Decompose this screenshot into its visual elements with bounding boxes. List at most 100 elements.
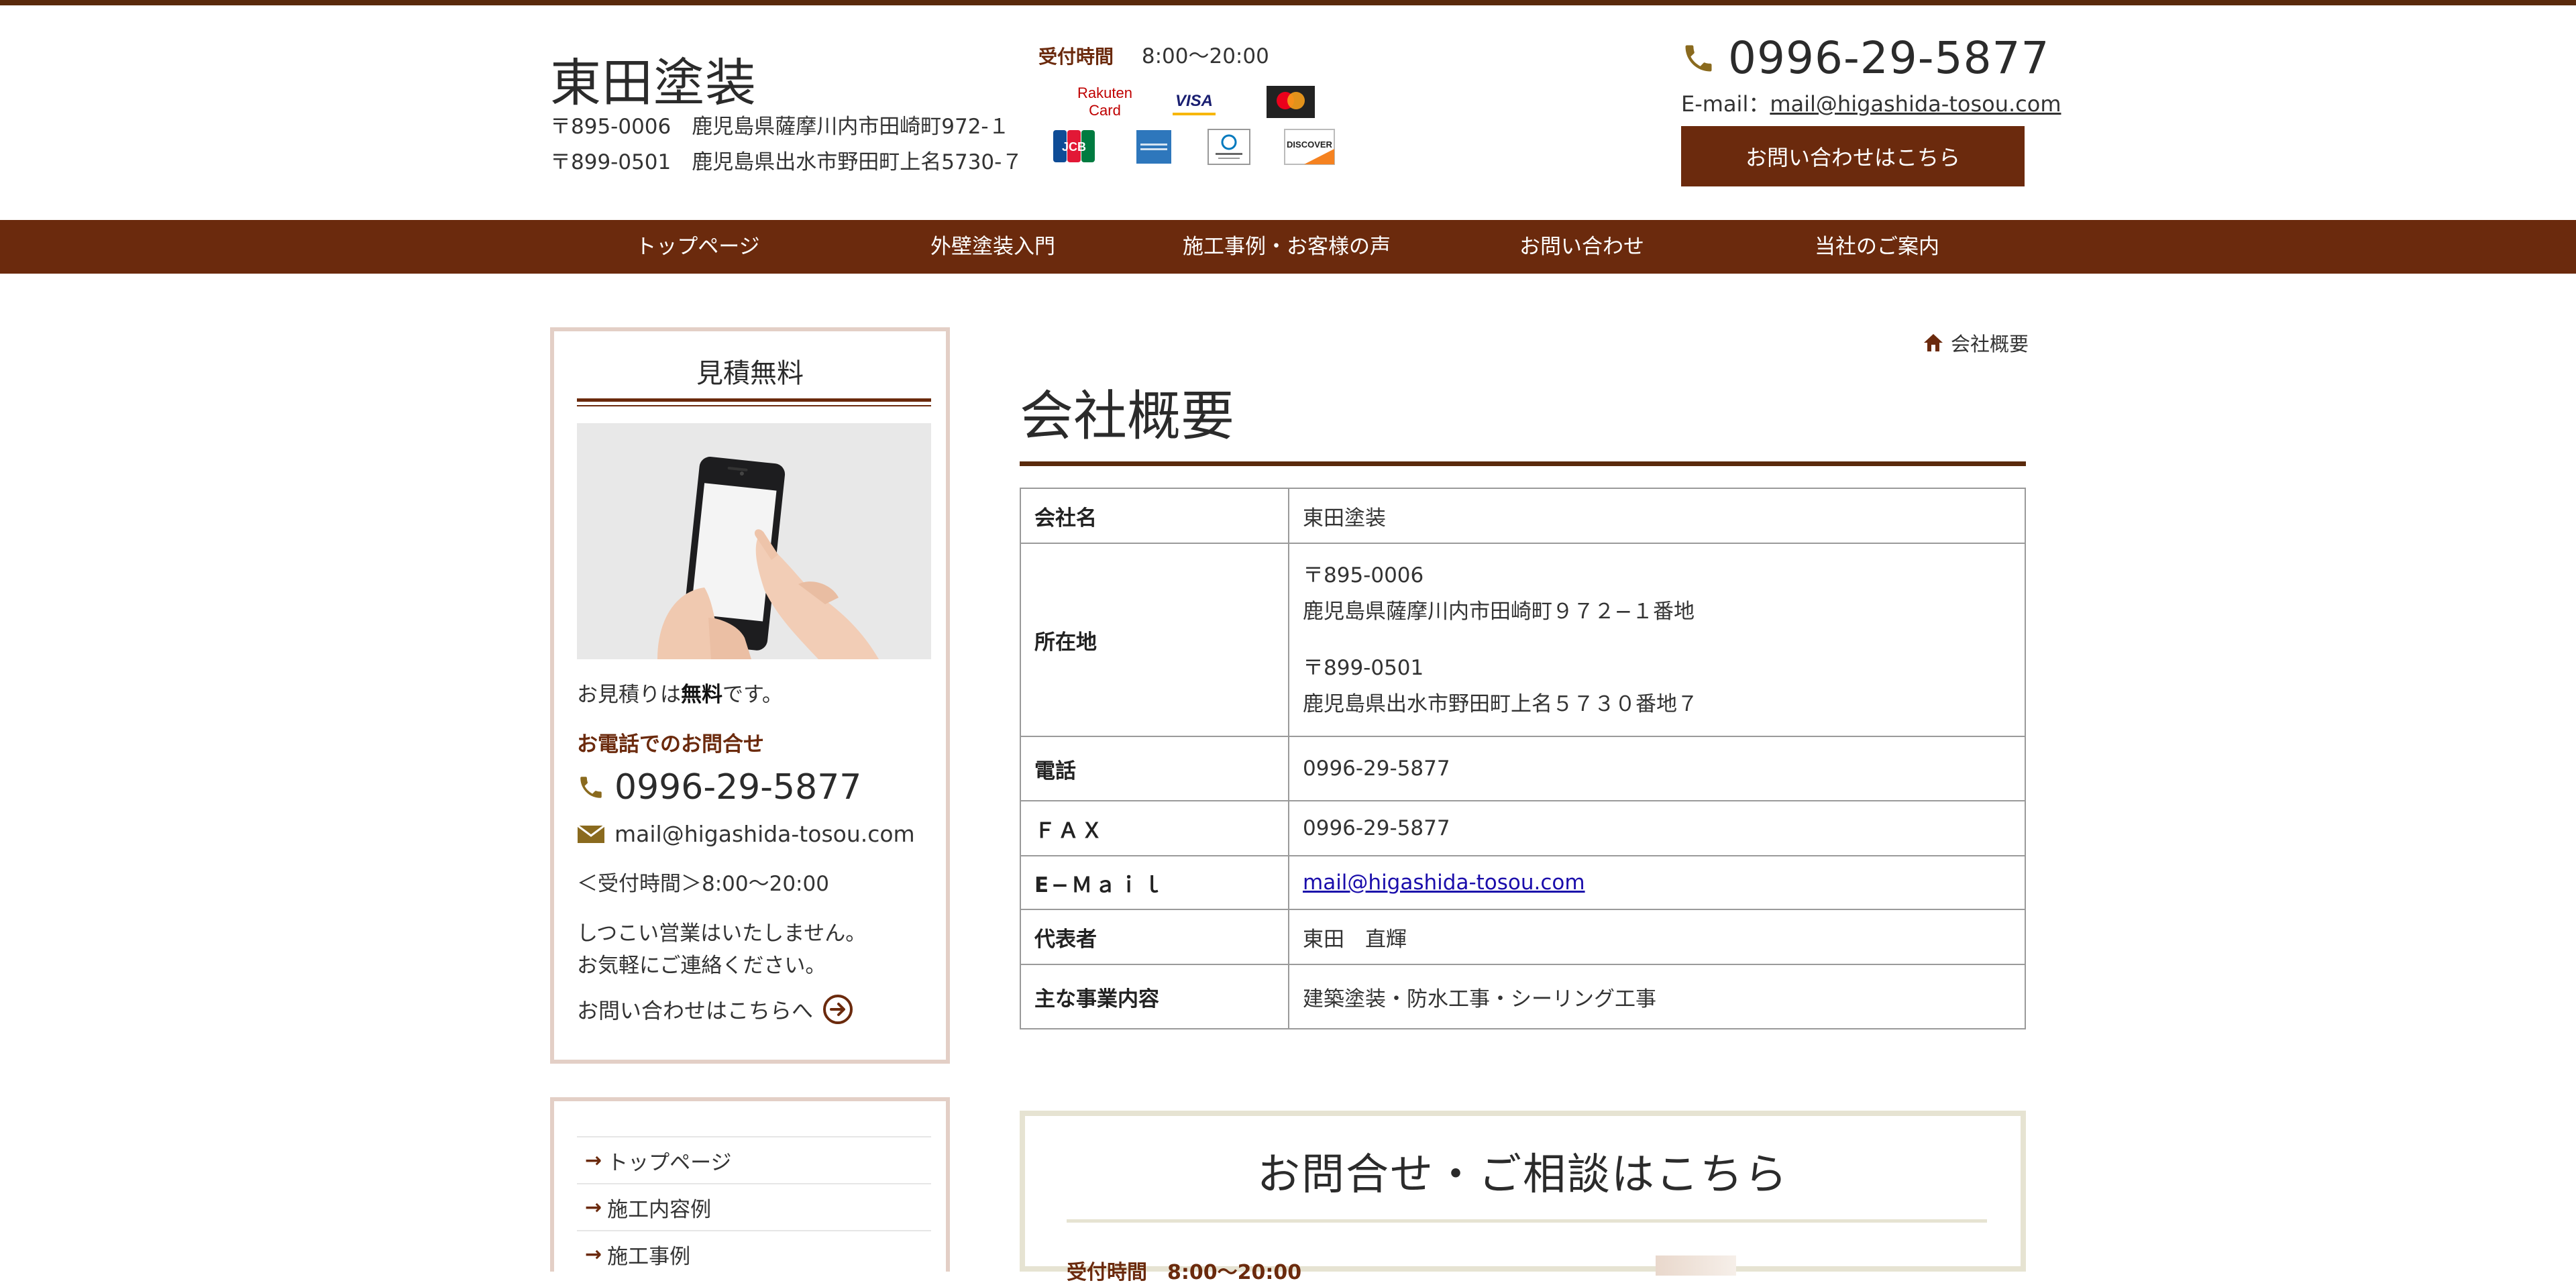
table-email-link[interactable]: mail@higashida-tosou.com [1303,871,1585,895]
address-line-2: 鹿児島県出水市野田町上名５７３０番地７ [1303,692,1698,716]
arrow-right-icon: → [585,1242,602,1266]
jcb-logo: JCB [1052,129,1096,164]
free-text-bold: 無料 [681,683,722,707]
company-name[interactable]: 東田塗装 [550,42,757,115]
sidebar-note-2: お気軽にご連絡ください。 [577,954,826,978]
row-value: 東田塗装 [1288,488,2026,544]
arrow-right-icon: → [585,1195,602,1219]
sidebar-estimate-box: 見積無料 お見積りは無料です。 お電話でのお問合せ 0996-29-5877 m… [550,327,950,1064]
contact-box-rule [1067,1219,1987,1223]
phone-icon [1685,45,1712,71]
company-info-table: 会社名 東田塗装 所在地 〒895-0006 鹿児島県薩摩川内市田崎町９７２−１… [1020,488,2026,1029]
table-row: 所在地 〒895-0006 鹿児島県薩摩川内市田崎町９７２−１番地 〒899-0… [1020,543,2026,737]
breadcrumb: 会社概要 [1923,329,2029,357]
header-email: E-mail：mail@higashida-tosou.com [1681,87,2061,118]
header-address-1: 〒895-0006 鹿児島県薩摩川内市田崎町972-１ [550,115,1010,139]
nav-item-painting-intro[interactable]: 外壁塗装入門 [930,220,1055,274]
row-value: 建築塗装・防水工事・シーリング工事 [1288,964,2026,1029]
header-hours: 受付時間 8:00〜20:00 [1038,39,1269,69]
table-row: 会社名 東田塗装 [1020,488,2026,544]
page-title: 会社概要 [1020,385,1234,447]
address-line-1: 鹿児島県薩摩川内市田崎町９７２−１番地 [1303,600,1695,624]
hours-value: 8:00〜20:00 [1141,44,1269,68]
diners-club-logo [1208,129,1250,165]
nav-item-cases[interactable]: 施工事例・お客様の声 [1183,220,1391,274]
table-row: ＦＡＸ 0996-29-5877 [1020,800,2026,856]
sidebar-menu-item-cases[interactable]: → 施工事例 [577,1230,931,1277]
mastercard-logo [1267,86,1315,118]
mail-icon [577,824,605,843]
sidebar-phone[interactable]: 0996-29-5877 [577,767,861,807]
table-row: E−Ｍａｉｌ mail@higashida-tosou.com [1020,855,2026,910]
sidebar-menu-item-work-examples[interactable]: → 施工内容例 [577,1183,931,1230]
sidebar-free-text: お見積りは無料です。 [577,677,783,708]
contact-box: お問合せ・ご相談はこちら 受付時間 8:00〜20:00 [1020,1111,2026,1284]
row-key: 所在地 [1020,543,1289,737]
sidebar-menu-label: トップページ [607,1150,732,1175]
sidebar-note-1: しつこい営業はいたしません。 [577,921,867,946]
sidebar-hours: ＜受付時間＞8:00〜20:00 [577,872,829,896]
amex-logo [1136,130,1171,164]
free-text-suffix: です。 [722,683,783,707]
table-row: 電話 0996-29-5877 [1020,736,2026,801]
sidebar-phone-label: お電話でのお問合せ [577,732,764,757]
smartphone-photo [577,423,931,659]
header-phone-number: 0996-29-5877 [1728,32,2050,84]
sidebar-email[interactable]: mail@higashida-tosou.com [577,821,915,847]
phone-icon [580,777,602,798]
arrow-right-icon: → [585,1148,602,1172]
top-accent-line [0,0,2576,5]
rakuten-card-text-1: Rakuten [1077,85,1132,101]
hours-label: 受付時間 [1038,46,1114,68]
row-key: 代表者 [1020,909,1289,965]
header-address-2: 〒899-0501 鹿児島県出水市野田町上名5730-７ [550,150,1023,174]
contact-box-hours: 受付時間 8:00〜20:00 [1067,1261,1302,1284]
row-value: 0996-29-5877 [1288,736,2026,801]
row-value-address: 〒895-0006 鹿児島県薩摩川内市田崎町９７２−１番地 〒899-0501 … [1288,543,2026,737]
sidebar-email-text: mail@higashida-tosou.com [614,821,915,847]
row-key: ＦＡＸ [1020,800,1289,856]
rakuten-card-logo: Rakuten Card [1069,83,1140,121]
global-nav: トップページ 外壁塗装入門 施工事例・お客様の声 お問い合わせ 当社のご案内 [0,220,2576,274]
nav-item-about[interactable]: 当社のご案内 [1815,220,1939,274]
table-row: 代表者 東田 直輝 [1020,909,2026,965]
address-zip-1: 〒895-0006 [1303,563,1424,588]
sidebar-contact-link[interactable]: お問い合わせはこちらへ [577,994,853,1025]
row-key: 主な事業内容 [1020,964,1289,1029]
breadcrumb-current: 会社概要 [1951,333,2029,355]
header-email-label: E-mail： [1681,91,1770,117]
sidebar-menu-box: → トップページ → 施工内容例 → 施工事例 [550,1097,950,1272]
row-key: E−Ｍａｉｌ [1020,855,1289,910]
home-icon[interactable] [1923,333,1944,353]
arrow-circle-icon [823,995,853,1024]
page-title-rule [1020,461,2026,466]
jcb-text: JCB [1062,140,1086,154]
sidebar-contact-link-text: お問い合わせはこちらへ [577,998,814,1023]
contact-box-photo [1656,1255,1736,1276]
sidebar-title-rule [577,398,931,402]
contact-box-title: お問合せ・ご相談はこちら [1257,1150,1788,1200]
free-text-prefix: お見積りは [577,683,681,707]
sidebar-menu-label: 施工事例 [607,1244,691,1269]
row-key: 電話 [1020,736,1289,801]
visa-text: VISA [1175,92,1213,110]
sidebar-title: 見積無料 [696,358,804,389]
table-row: 主な事業内容 建築塗装・防水工事・シーリング工事 [1020,964,2026,1029]
row-value-email: mail@higashida-tosou.com [1288,855,2026,910]
row-value: 東田 直輝 [1288,909,2026,965]
address-zip-2: 〒899-0501 [1303,656,1424,680]
sidebar-phone-number: 0996-29-5877 [614,767,862,807]
header-email-link[interactable]: mail@higashida-tosou.com [1770,91,2061,117]
sidebar-menu-label: 施工内容例 [607,1197,712,1222]
sidebar-menu-item-top[interactable]: → トップページ [577,1136,931,1183]
discover-text: DISCOVER [1287,139,1333,150]
visa-logo: VISA [1170,86,1218,118]
nav-item-contact[interactable]: お問い合わせ [1519,220,1644,274]
discover-logo: DISCOVER [1284,129,1335,165]
header-contact-button[interactable]: お問い合わせはこちら [1681,126,2025,186]
header-phone[interactable]: 0996-29-5877 [1681,32,2050,84]
nav-item-top[interactable]: トップページ [635,220,759,274]
rakuten-card-text-2: Card [1089,102,1121,119]
row-value: 0996-29-5877 [1288,800,2026,856]
sidebar-title-rule-thin [577,405,931,406]
